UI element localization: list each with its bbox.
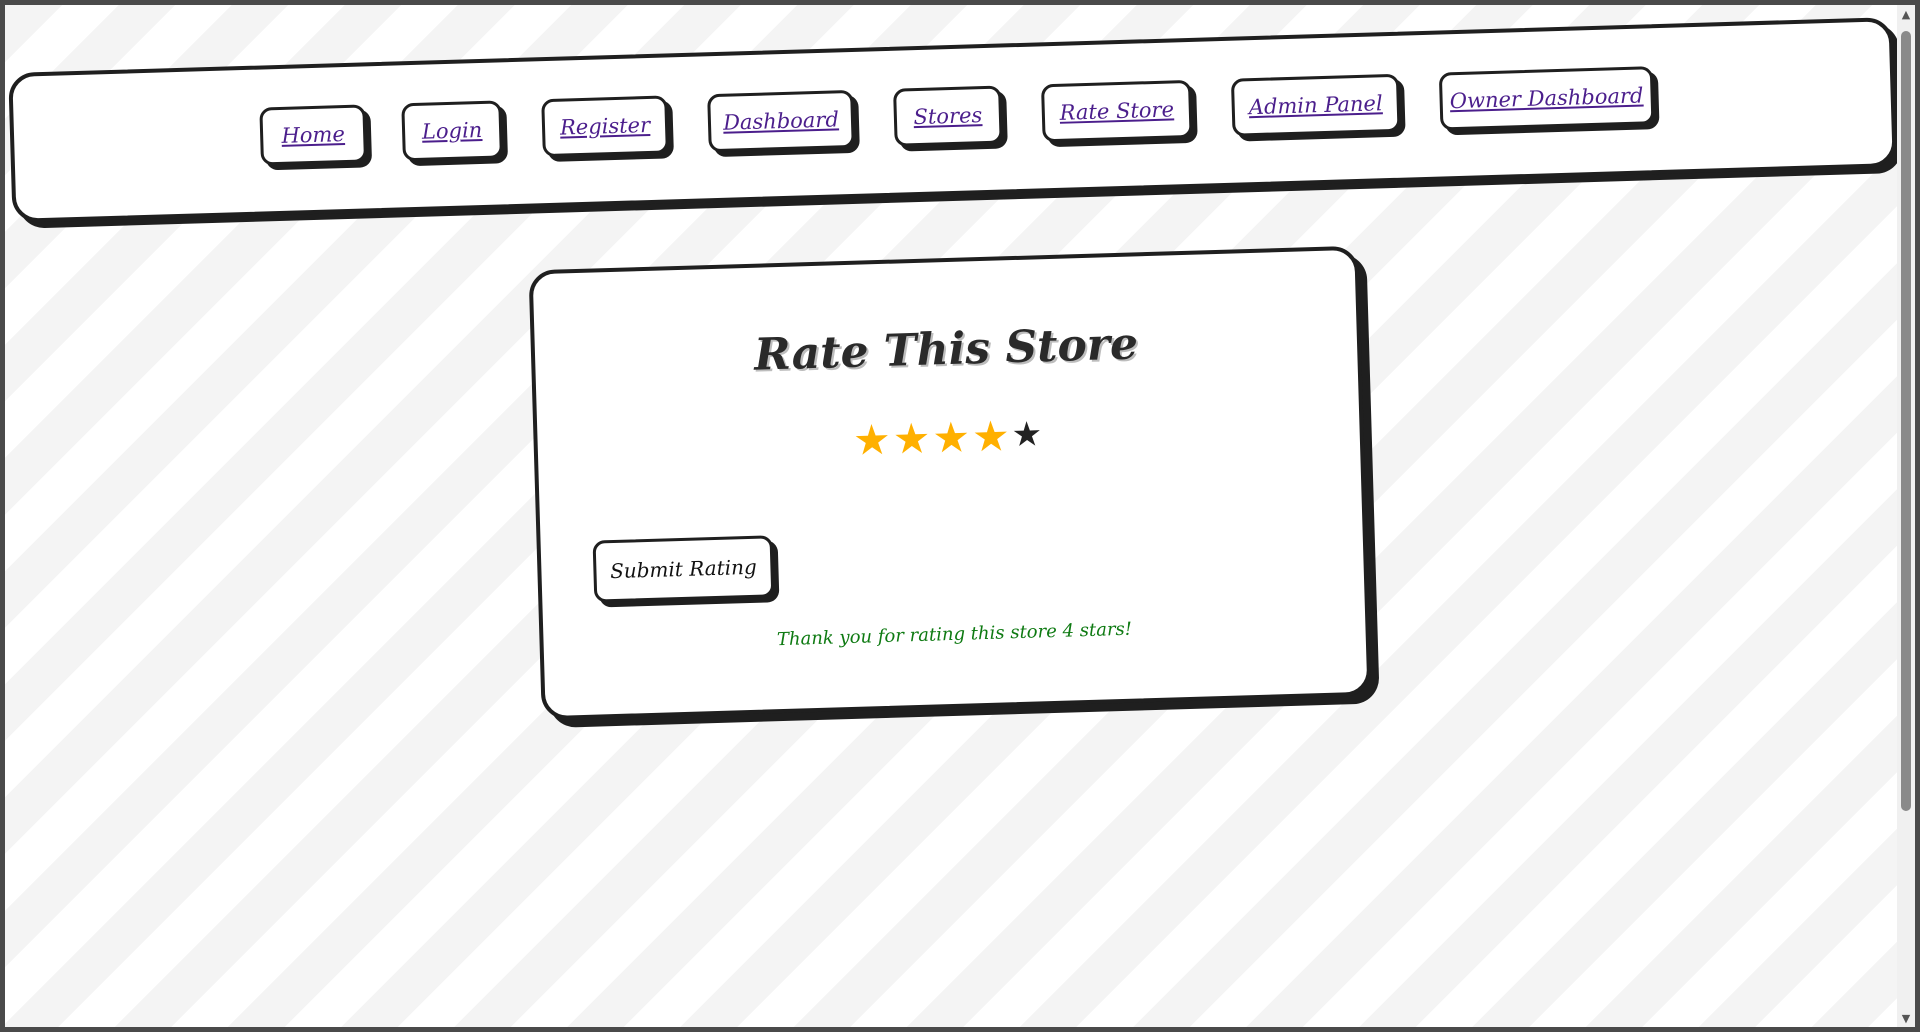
nav-link-dashboard[interactable]: Dashboard xyxy=(707,89,855,153)
scroll-thumb[interactable] xyxy=(1901,31,1911,811)
star-rating: ★★★★★ xyxy=(537,405,1360,471)
nav-link-owner-dashboard[interactable]: Owner Dashboard xyxy=(1438,66,1655,131)
nav-link-rate-store[interactable]: Rate Store xyxy=(1040,79,1193,143)
scroll-up-icon[interactable]: ▲ xyxy=(1897,5,1915,23)
nav-link-home[interactable]: Home xyxy=(259,104,367,166)
nav-link-register[interactable]: Register xyxy=(541,95,669,158)
card-title: Rate This Store xyxy=(753,318,1139,381)
nav-link-admin-panel[interactable]: Admin Panel xyxy=(1230,73,1401,137)
vertical-scrollbar[interactable]: ▲ ▼ xyxy=(1897,5,1915,1027)
nav-link-login[interactable]: Login xyxy=(401,100,503,162)
submit-rating-button[interactable]: Submit Rating xyxy=(592,535,775,603)
star-icon[interactable]: ★ xyxy=(971,411,1012,461)
rating-card: Rate This Store ★★★★★ Submit Rating Than… xyxy=(528,245,1372,721)
nav-link-stores[interactable]: Stores xyxy=(893,85,1003,147)
star-icon[interactable]: ★ xyxy=(892,414,933,464)
star-icon[interactable]: ★ xyxy=(1011,414,1045,455)
nav-bar: Home Login Register Dashboard Stores Rat… xyxy=(8,17,1897,223)
scroll-down-icon[interactable]: ▼ xyxy=(1897,1009,1915,1027)
confirmation-message: Thank you for rating this store 4 stars! xyxy=(776,618,1133,651)
star-icon[interactable]: ★ xyxy=(852,415,893,465)
star-icon[interactable]: ★ xyxy=(932,412,973,462)
